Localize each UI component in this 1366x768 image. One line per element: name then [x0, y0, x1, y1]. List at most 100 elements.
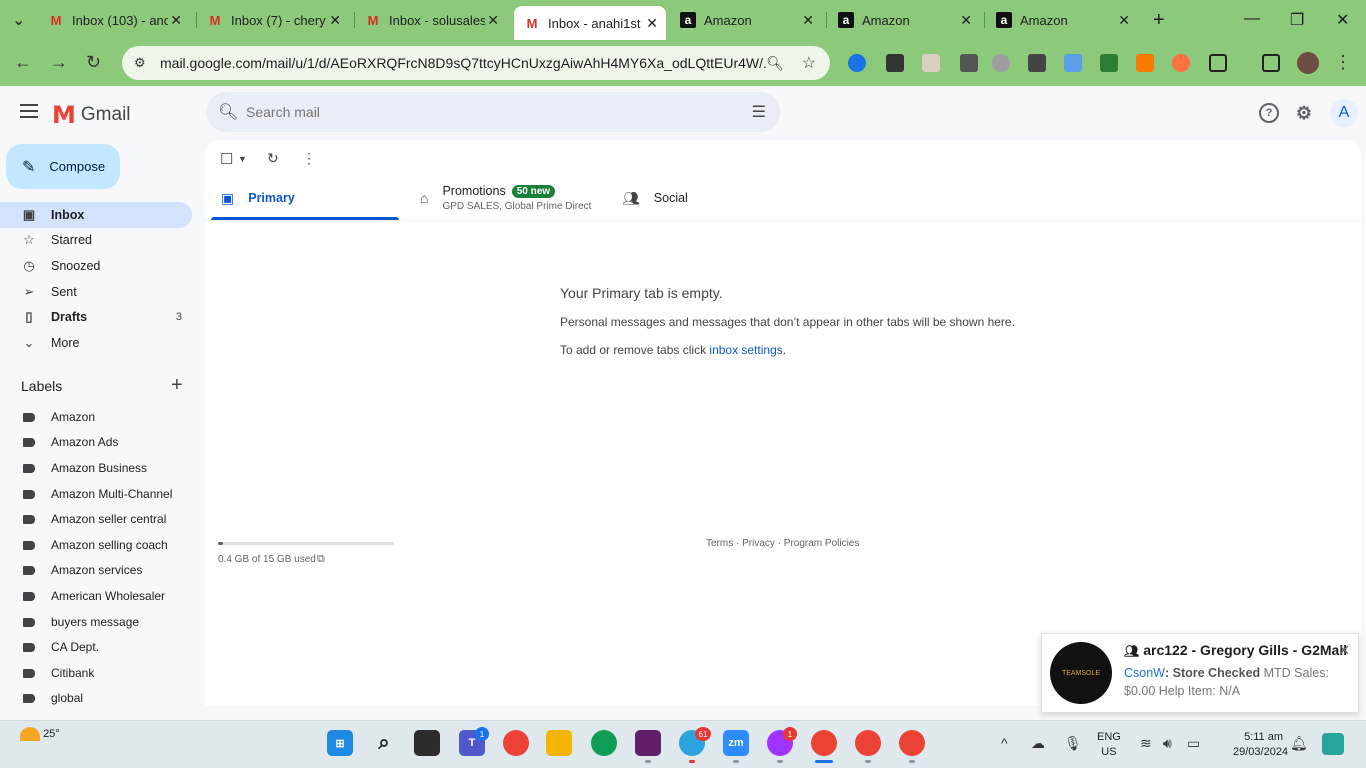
chrome-icon[interactable] — [503, 730, 529, 756]
more-options-icon[interactable]: ⋮ — [302, 150, 316, 167]
support-icon[interactable]: ? — [1259, 103, 1279, 123]
extension-globe-icon[interactable] — [992, 54, 1010, 72]
label-item[interactable]: Amazon Business — [0, 456, 192, 480]
tab-search-icon[interactable]: ⌄ — [12, 10, 25, 30]
new-tab-icon[interactable]: + — [1153, 9, 1165, 32]
close-tab-icon[interactable]: ✕ — [646, 15, 658, 32]
extension-icon[interactable] — [1064, 54, 1082, 72]
clock[interactable]: 5:11 am 29/03/2024 — [1233, 730, 1288, 760]
footer-links[interactable]: Terms · Privacy · Program Policies — [706, 538, 859, 549]
close-notification-icon[interactable]: ✕ — [1338, 642, 1350, 659]
close-tab-icon[interactable]: ✕ — [487, 12, 499, 29]
browser-tab-2[interactable]: M Inbox (7) - chery ✕ — [197, 6, 349, 34]
extension-off-icon[interactable] — [960, 54, 978, 72]
back-icon[interactable]: ← — [14, 52, 32, 73]
chrome-profile-icon[interactable] — [855, 730, 881, 756]
extension-icon[interactable] — [922, 54, 940, 72]
close-tab-icon[interactable]: ✕ — [802, 12, 814, 29]
close-tab-icon[interactable]: ✕ — [170, 12, 182, 29]
file-explorer-icon[interactable] — [546, 730, 572, 756]
label-item[interactable]: Amazon selling coach — [0, 533, 192, 557]
reload-icon[interactable]: ↻ — [86, 52, 101, 73]
tab-social[interactable]: 👥︎ Social — [622, 184, 822, 220]
nav-item-drafts[interactable]: ▯ Drafts 3 — [0, 304, 192, 330]
language-indicator[interactable]: ENG US — [1097, 730, 1121, 760]
label-item[interactable]: CA Dept. — [0, 635, 192, 659]
label-item[interactable]: American Wholesaler — [0, 584, 192, 608]
close-window-icon[interactable]: ✕ — [1336, 10, 1349, 30]
close-tab-icon[interactable]: ✕ — [1118, 12, 1130, 29]
weather-widget[interactable]: 25° — [20, 727, 60, 741]
nav-item-inbox[interactable]: ▣ Inbox — [0, 202, 192, 228]
search-icon[interactable]: ⌕ — [371, 730, 397, 756]
side-panel-icon[interactable] — [1262, 54, 1280, 72]
forward-icon[interactable]: → — [50, 52, 68, 73]
open-external-icon[interactable]: ⧉ — [317, 553, 325, 566]
battery-icon[interactable]: ▭ — [1187, 735, 1200, 752]
zoom-icon[interactable]: zm — [723, 730, 749, 756]
onedrive-icon[interactable]: ☁ — [1031, 735, 1045, 752]
search-options-icon[interactable]: ☰ — [752, 102, 766, 122]
show-hidden-icons-icon[interactable]: ^ — [1001, 735, 1008, 751]
notification-toast[interactable]: TEAMSOLE 👥︎ arc122 - Gregory Gills - G2Ma… — [1041, 633, 1359, 713]
volume-icon[interactable]: 🔊︎ — [1163, 735, 1172, 752]
browser-menu-icon[interactable]: ⋮ — [1334, 52, 1352, 73]
extension-rs-icon[interactable] — [1100, 54, 1118, 72]
extension-ok-icon[interactable] — [886, 54, 904, 72]
search-icon[interactable]: 🔍︎ — [218, 102, 238, 122]
label-item[interactable]: Amazon — [0, 405, 192, 429]
browser-tab-7[interactable]: a Amazon ✕ — [986, 6, 1138, 34]
close-tab-icon[interactable]: ✕ — [960, 12, 972, 29]
create-label-plus-icon[interactable]: + — [171, 374, 183, 397]
label-item[interactable]: global — [0, 686, 192, 710]
wifi-icon[interactable]: ≋ — [1140, 735, 1152, 752]
notifications-bell-icon[interactable]: 🔔︎ — [1290, 735, 1308, 752]
tab-primary[interactable]: ▣ Primary — [211, 184, 399, 220]
site-info-icon[interactable]: ⚙ — [134, 55, 150, 71]
extension-icon[interactable] — [848, 54, 866, 72]
zoom-icon[interactable]: 🔍︎ — [766, 55, 784, 72]
browser-tab-5[interactable]: a Amazon ✕ — [670, 6, 822, 34]
search-input[interactable] — [246, 104, 726, 120]
slack-icon[interactable] — [635, 730, 661, 756]
browser-tab-4-active[interactable]: M Inbox - anahi1st ✕ — [514, 6, 666, 40]
start-icon[interactable]: ⊞ — [327, 730, 353, 756]
profile-avatar[interactable] — [1297, 52, 1319, 74]
copilot-icon[interactable] — [1322, 733, 1344, 755]
nav-item-starred[interactable]: ☆ Starred — [0, 227, 192, 253]
nav-item-more[interactable]: ⌄ More — [0, 330, 192, 356]
label-item[interactable]: Citibank — [0, 661, 192, 685]
task-view-icon[interactable] — [414, 730, 440, 756]
restore-icon[interactable]: ❐ — [1290, 10, 1304, 30]
tab-promotions[interactable]: ⌂ Promotions 50 new GPD SALES, Global Pr… — [420, 184, 620, 220]
extensions-puzzle-icon[interactable] — [1209, 54, 1227, 72]
browser-tab-3[interactable]: M Inbox - solusales ✕ — [355, 6, 507, 34]
extension-icon[interactable] — [1172, 54, 1190, 72]
browser-tab-6[interactable]: a Amazon ✕ — [828, 6, 980, 34]
refresh-icon[interactable]: ↻ — [267, 150, 279, 167]
label-item[interactable]: buyers message — [0, 610, 192, 634]
gmail-logo[interactable]: M Gmail — [52, 101, 131, 129]
label-item[interactable]: Amazon Multi-Channel — [0, 482, 192, 506]
extension-qr-icon[interactable] — [1028, 54, 1046, 72]
account-avatar[interactable]: A — [1330, 99, 1358, 127]
settings-gear-icon[interactable]: ⚙ — [1294, 103, 1314, 123]
label-item[interactable]: Amazon seller central — [0, 507, 192, 531]
chrome-profile-icon[interactable] — [899, 730, 925, 756]
chrome-profile-icon[interactable] — [811, 730, 837, 756]
select-all-checkbox[interactable]: ☐ — [220, 150, 233, 168]
edge-icon[interactable] — [591, 730, 617, 756]
main-menu-icon[interactable] — [20, 104, 38, 118]
label-item[interactable]: Amazon Ads — [0, 430, 192, 454]
bookmark-star-icon[interactable]: ☆ — [802, 53, 816, 73]
select-dropdown-icon[interactable]: ▼ — [238, 154, 247, 164]
microphone-icon[interactable]: 🎙︎ — [1064, 735, 1082, 752]
browser-tab-1[interactable]: M Inbox (103) - anc ✕ — [38, 6, 190, 34]
compose-button[interactable]: ✎ Compose — [6, 144, 120, 189]
close-tab-icon[interactable]: ✕ — [329, 12, 341, 29]
nav-item-snoozed[interactable]: ◷ Snoozed — [0, 253, 192, 279]
nav-item-sent[interactable]: ➢ Sent — [0, 279, 192, 305]
minimize-icon[interactable]: — — [1244, 10, 1260, 28]
address-bar[interactable]: ⚙ mail.google.com/mail/u/1/d/AEoRXRQFrcN… — [122, 46, 830, 80]
label-item[interactable]: Amazon services — [0, 558, 192, 582]
